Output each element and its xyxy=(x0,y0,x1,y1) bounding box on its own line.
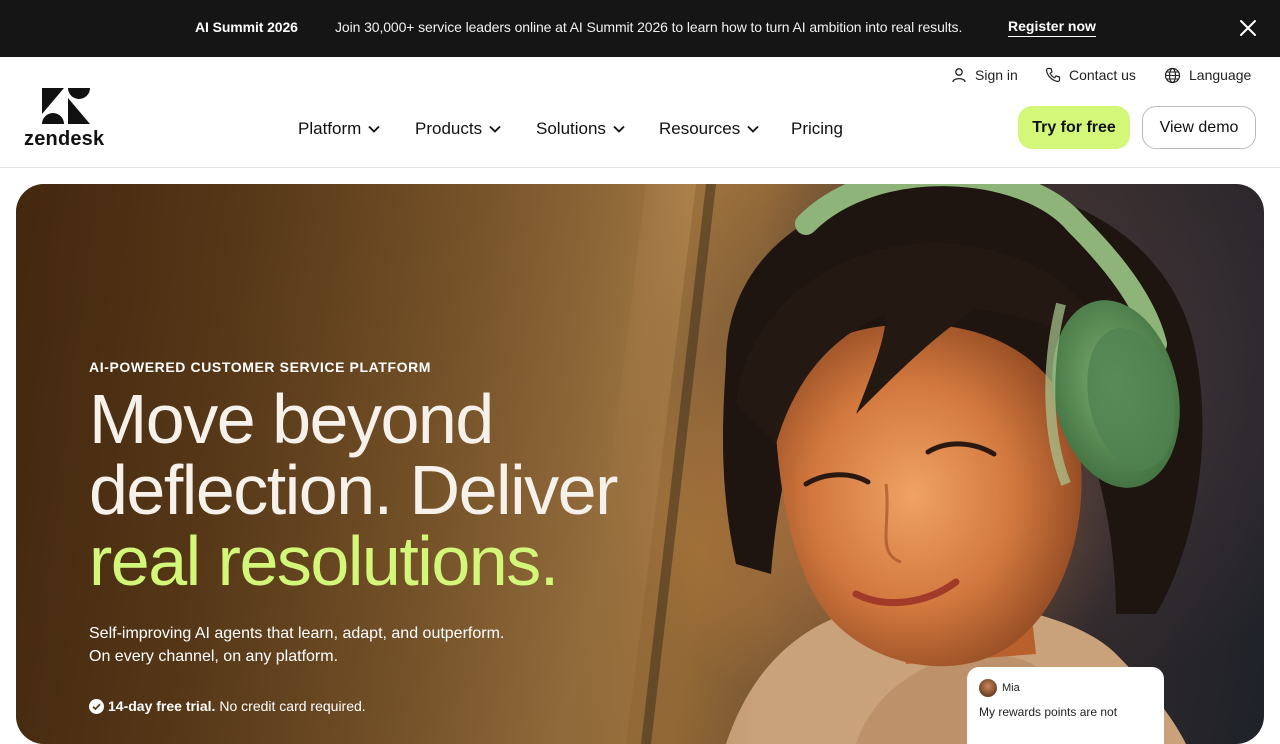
user-icon xyxy=(952,68,966,83)
avatar xyxy=(979,679,997,697)
headline-accent: real resolutions. xyxy=(89,522,559,600)
announcement-title: AI Summit 2026 xyxy=(195,19,298,35)
announcement-bar: AI Summit 2026 Join 30,000+ service lead… xyxy=(0,0,1280,57)
trial-rest: No credit card required. xyxy=(219,698,366,714)
zendesk-logo[interactable]: zendesk xyxy=(24,88,110,150)
hero-headline: Move beyond deflection. Deliver real res… xyxy=(89,384,709,597)
nav-products-label: Products xyxy=(415,119,483,138)
sign-in-label: Sign in xyxy=(975,67,1018,83)
announcement-message: Join 30,000+ service leaders online at A… xyxy=(335,19,963,35)
nav-solutions-label: Solutions xyxy=(536,119,606,138)
contact-us-label: Contact us xyxy=(1069,67,1136,83)
site-header: zendesk Sign in Contact us Language Plat… xyxy=(0,57,1280,168)
hero-section: AI-POWERED CUSTOMER SERVICE PLATFORM Mov… xyxy=(16,184,1264,744)
nav-pricing-label: Pricing xyxy=(791,119,843,138)
hero-sub-line-1: Self-improving AI agents that learn, ada… xyxy=(89,625,505,642)
brand-name: zendesk xyxy=(24,128,105,150)
free-trial-note: 14-day free trial. No credit card requir… xyxy=(89,698,366,714)
nav-platform[interactable]: Platform xyxy=(298,119,380,139)
nav-products[interactable]: Products xyxy=(415,119,501,139)
nav-platform-label: Platform xyxy=(298,119,362,138)
phone-icon xyxy=(1045,67,1061,83)
register-now-link[interactable]: Register now xyxy=(1008,18,1096,37)
hero-eyebrow: AI-POWERED CUSTOMER SERVICE PLATFORM xyxy=(89,359,432,375)
try-for-free-button[interactable]: Try for free xyxy=(1018,106,1130,149)
nav-pricing[interactable]: Pricing xyxy=(791,119,843,139)
sign-in-link[interactable]: Sign in xyxy=(951,66,1018,84)
chat-sender: Mia xyxy=(979,679,1152,697)
trial-bold: 14-day free trial. xyxy=(108,698,216,714)
language-label: Language xyxy=(1189,67,1252,83)
headline-line-2: deflection. Deliver xyxy=(89,451,618,529)
zendesk-logo-icon xyxy=(42,88,90,124)
chevron-down-icon xyxy=(613,125,625,133)
contact-us-link[interactable]: Contact us xyxy=(1045,66,1136,84)
close-icon[interactable] xyxy=(1237,17,1259,39)
nav-resources-label: Resources xyxy=(659,119,741,138)
chevron-down-icon xyxy=(747,125,759,133)
chevron-down-icon xyxy=(368,125,380,133)
language-selector[interactable]: Language xyxy=(1164,66,1251,84)
check-circle-icon xyxy=(89,698,104,714)
chat-preview-card: Mia My rewards points are not xyxy=(967,667,1164,744)
chat-sender-name: Mia xyxy=(1002,682,1020,694)
chat-message: My rewards points are not xyxy=(979,705,1118,719)
nav-solutions[interactable]: Solutions xyxy=(536,119,625,139)
nav-resources[interactable]: Resources xyxy=(659,119,759,139)
hero-subtext: Self-improving AI agents that learn, ada… xyxy=(89,622,504,668)
view-demo-button[interactable]: View demo xyxy=(1142,106,1256,149)
hero-sub-line-2: On every channel, on any platform. xyxy=(89,648,339,665)
globe-icon xyxy=(1164,67,1181,83)
headline-line-1: Move beyond xyxy=(89,380,494,458)
chevron-down-icon xyxy=(489,125,501,133)
